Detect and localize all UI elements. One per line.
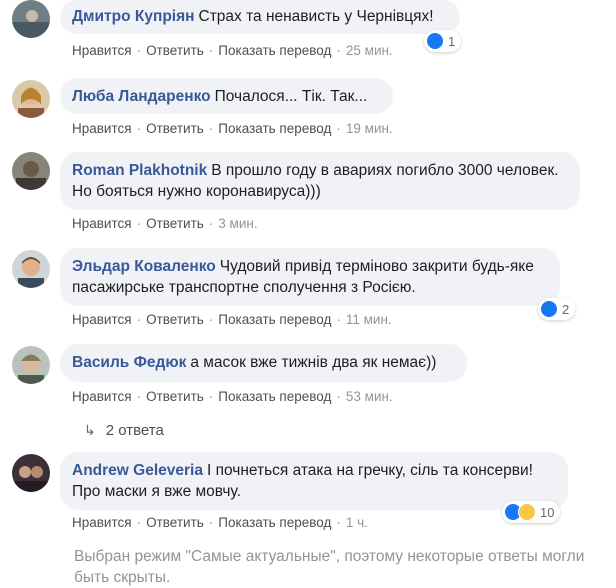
like-link[interactable]: Нравится (72, 216, 132, 231)
reaction-count: 2 (562, 301, 570, 317)
like-link[interactable]: Нравится (72, 515, 132, 530)
avatar[interactable] (12, 250, 50, 288)
translate-link[interactable]: Показать перевод (218, 515, 331, 530)
reply-link[interactable]: Ответить (146, 43, 204, 58)
reply-link[interactable]: Ответить (146, 515, 204, 530)
avatar[interactable] (12, 80, 50, 118)
comment-actions: Нравится · Ответить · Показать перевод · 53 ми… (72, 389, 393, 404)
comment-actions: Нравится · Ответить · Показать перевод · 19 ми… (72, 121, 393, 136)
avatar[interactable] (12, 346, 50, 384)
like-link[interactable]: Нравится (72, 121, 132, 136)
comment-author[interactable]: Василь Федюк (72, 354, 186, 371)
comment-actions: Нравится · Ответить · Показать перевод · 1 ч. (72, 515, 368, 530)
translate-link[interactable]: Показать перевод (218, 121, 331, 136)
sort-mode-note: Выбран режим "Самые актуальные", поэтому… (74, 548, 585, 586)
replies-count-label: 2 ответа (105, 422, 164, 439)
like-link[interactable]: Нравится (72, 312, 132, 327)
like-reaction-icon (426, 32, 444, 50)
comment-bubble: Василь Федюк а масок вже тижнів два як не… (60, 344, 467, 382)
reply-link[interactable]: Ответить (146, 389, 204, 404)
like-link[interactable]: Нравится (72, 389, 132, 404)
comment-author[interactable]: Люба Ландаренко (72, 88, 211, 105)
reply-link[interactable]: Ответить (146, 216, 204, 231)
like-link[interactable]: Нравится (72, 43, 132, 58)
timestamp[interactable]: 3 мин. (218, 216, 257, 231)
reply-arrow-icon: ↳ (84, 422, 96, 438)
reply-link[interactable]: Ответить (146, 121, 204, 136)
reaction-summary[interactable]: 1 (424, 30, 462, 52)
comment-bubble: Roman Plakhotnik В прошло году в авариях … (60, 152, 580, 210)
timestamp[interactable]: 19 мин. (346, 121, 393, 136)
translate-link[interactable]: Показать перевод (218, 312, 331, 327)
avatar[interactable] (12, 454, 50, 492)
comment-text: а масок вже тижнів два як немає)) (190, 354, 437, 371)
like-reaction-icon (540, 300, 558, 318)
haha-reaction-icon (518, 503, 536, 521)
avatar[interactable] (12, 0, 50, 38)
timestamp[interactable]: 53 мин. (346, 389, 393, 404)
reaction-count: 1 (448, 33, 456, 49)
reply-link[interactable]: Ответить (146, 312, 204, 327)
timestamp[interactable]: 11 мин. (346, 312, 392, 327)
comment-actions: Нравится · Ответить · Показать перевод · 25 ми… (72, 43, 393, 58)
view-replies-link[interactable]: ↳ 2 ответа (84, 422, 164, 439)
comment-actions: Нравится · Ответить · Показать перевод · 11 ми… (72, 312, 392, 327)
comment-author[interactable]: Roman Plakhotnik (72, 162, 207, 179)
comment-text: Почалося... Тік. Так... (214, 88, 368, 105)
reaction-count: 10 (540, 504, 555, 520)
comment-actions: Нравится · Ответить · 3 мин. (72, 216, 258, 231)
comment-text: Страх та ненависть у Чернівцях! (198, 8, 434, 25)
comment-bubble: Эльдар Коваленко Чудовий привід терміново… (60, 248, 560, 306)
translate-link[interactable]: Показать перевод (218, 389, 331, 404)
comment-bubble: Andrew Geleveria І почнеться атака на гре… (60, 452, 568, 510)
reaction-summary[interactable]: 10 (502, 501, 561, 523)
avatar[interactable] (12, 152, 50, 190)
comment-author[interactable]: Дмитро Купріян (72, 8, 195, 25)
reaction-summary[interactable]: 2 (538, 298, 576, 320)
translate-link[interactable]: Показать перевод (218, 43, 331, 58)
comment-bubble: Дмитро Купріян Страх та ненависть у Черні… (60, 0, 460, 34)
timestamp[interactable]: 1 ч. (346, 515, 368, 530)
comment-author[interactable]: Эльдар Коваленко (72, 258, 216, 275)
comment-author[interactable]: Andrew Geleveria (72, 462, 203, 479)
comment-bubble: Люба Ландаренко Почалося... Тік. Так... (60, 78, 393, 114)
timestamp[interactable]: 25 мин. (346, 43, 393, 58)
